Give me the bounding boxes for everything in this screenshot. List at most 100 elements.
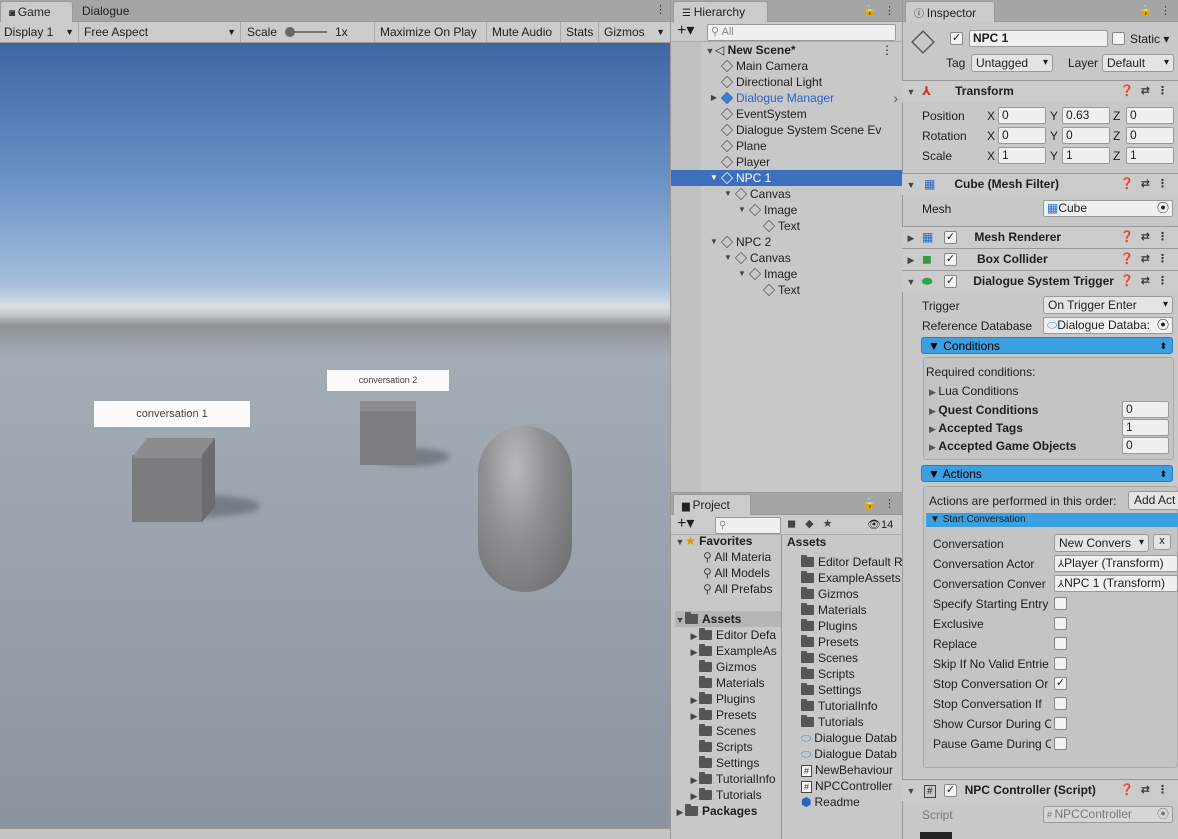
triangle-right-icon[interactable]: ▶: [689, 644, 699, 659]
layer-dropdown[interactable]: Default: [1102, 54, 1174, 72]
asset-folder-tree-item[interactable]: ▶ ExampleAs: [689, 643, 781, 659]
chevron-right-icon[interactable]: ›: [893, 90, 898, 106]
add-icon[interactable]: +▾: [677, 515, 694, 533]
hierarchy-item[interactable]: Dialogue System Scene Ev: [671, 122, 902, 138]
npcc-header[interactable]: ▼ # ✓ NPC Controller (Script) ❓ ⇄ ⋮: [902, 779, 1178, 801]
tab-hierarchy[interactable]: ☰ Hierarchy: [673, 1, 768, 22]
action-option-checkbox[interactable]: [1054, 597, 1067, 610]
rotation-y-field[interactable]: 0: [1062, 127, 1110, 144]
triangle-down-icon[interactable]: ▼: [737, 202, 747, 218]
asset-item[interactable]: ⬭ Dialogue Datab: [801, 746, 903, 762]
name-field[interactable]: NPC 1: [969, 30, 1108, 47]
hierarchy-item[interactable]: ▶ Dialogue Manager ›: [671, 90, 902, 106]
action-option-checkbox[interactable]: [1054, 637, 1067, 650]
tab-dialogue[interactable]: Dialogue: [74, 1, 137, 22]
asset-folder-tree-item[interactable]: Settings: [689, 755, 781, 771]
triangle-down-icon[interactable]: ▼: [737, 266, 747, 282]
scale-y-field[interactable]: 1: [1062, 147, 1110, 164]
add-action-button[interactable]: Add Act: [1128, 491, 1178, 510]
action-option-checkbox[interactable]: [1054, 737, 1067, 750]
gizmos-toggle[interactable]: Gizmos ▼: [600, 22, 670, 42]
lock-menu-icons[interactable]: 🔒 ⋮: [1139, 4, 1173, 17]
add-icon[interactable]: +▾: [677, 22, 694, 40]
conditions-foldout[interactable]: ▼ Conditions ⬍: [921, 337, 1173, 354]
boxcollider-enabled-checkbox[interactable]: ✓: [944, 253, 957, 266]
action-option-checkbox[interactable]: [1054, 657, 1067, 670]
asset-item[interactable]: Materials: [801, 602, 903, 618]
asset-item[interactable]: ⬢ Readme: [801, 794, 903, 810]
mesh-field[interactable]: ▦Cube ⦿: [1043, 200, 1173, 217]
component-menu-icons[interactable]: ❓ ⇄ ⋮: [1120, 174, 1170, 195]
hierarchy-item[interactable]: ▼ Canvas: [671, 186, 902, 202]
asset-folder-tree-item[interactable]: Materials: [689, 675, 781, 691]
hierarchy-item[interactable]: ▼ Canvas: [671, 250, 902, 266]
asset-item[interactable]: # NewBehaviour: [801, 762, 903, 778]
component-menu-icons[interactable]: ❓ ⇄ ⋮: [1120, 780, 1170, 801]
tags-count-field[interactable]: 1: [1122, 419, 1169, 436]
display-dropdown[interactable]: Display 1 ▼: [0, 22, 79, 42]
more-menu-icon[interactable]: ⋮: [655, 3, 666, 16]
asset-folder-tree-item[interactable]: ▶ Presets: [689, 707, 781, 723]
asset-folder-tree-item[interactable]: ▶ Editor Defa: [689, 627, 781, 643]
lock-menu-icons[interactable]: 🔒 ⋮: [863, 4, 897, 17]
accepted-gameobjects[interactable]: ▶ Accepted Game Objects: [929, 438, 1076, 454]
favorite-item[interactable]: ⚲ All Models: [703, 565, 781, 581]
npcc-enabled-checkbox[interactable]: ✓: [944, 784, 957, 797]
hierarchy-item[interactable]: ▼ Image: [671, 266, 902, 282]
rotation-x-field[interactable]: 0: [998, 127, 1046, 144]
scale-slider[interactable]: Scale 1x: [243, 22, 375, 42]
mute-audio-toggle[interactable]: Mute Audio: [488, 22, 561, 42]
triangle-down-icon[interactable]: ▼: [723, 186, 733, 202]
asset-item[interactable]: ⬭ Dialogue Datab: [801, 730, 903, 746]
asset-item[interactable]: TutorialInfo: [801, 698, 903, 714]
conversant-field[interactable]: ⅄NPC 1 (Transform): [1054, 575, 1178, 592]
hierarchy-item[interactable]: ▼ Image: [671, 202, 902, 218]
tab-project[interactable]: ▆ Project: [673, 494, 751, 515]
triangle-right-icon[interactable]: ▶: [709, 90, 719, 106]
dst-header[interactable]: ▼ ⬬ ✓ Dialogue System Trigger ❓ ⇄ ⋮: [902, 270, 1178, 292]
action-option-checkbox[interactable]: ✓: [1054, 677, 1067, 690]
triangle-right-icon[interactable]: ▶: [689, 788, 699, 803]
lua-conditions[interactable]: ▶ Lua Conditions: [929, 383, 1018, 399]
meshrenderer-enabled-checkbox[interactable]: ✓: [944, 231, 957, 244]
asset-item[interactable]: Tutorials: [801, 714, 903, 730]
static-dropdown[interactable]: Static ▾: [1130, 31, 1169, 47]
maximize-toggle[interactable]: Maximize On Play: [376, 22, 487, 42]
triangle-down-icon[interactable]: ▼: [709, 234, 719, 250]
favorites-header[interactable]: ▼★ Favorites: [675, 533, 753, 549]
transform-header[interactable]: ▼ ⅄ Transform ❓ ⇄ ⋮: [902, 80, 1178, 102]
asset-item[interactable]: Plugins: [801, 618, 903, 634]
triangle-right-icon[interactable]: ▶: [689, 628, 699, 643]
triangle-down-icon[interactable]: ▼: [709, 170, 719, 186]
asset-item[interactable]: Presets: [801, 634, 903, 650]
assets-tree-header[interactable]: ▼ Assets: [675, 611, 781, 627]
position-x-field[interactable]: 0: [998, 107, 1046, 124]
tab-game[interactable]: ◙ Game: [0, 1, 73, 22]
tag-dropdown[interactable]: Untagged: [971, 54, 1053, 72]
asset-folder-tree-item[interactable]: Scripts: [689, 739, 781, 755]
hierarchy-item[interactable]: Directional Light: [671, 74, 902, 90]
asset-item[interactable]: Scripts: [801, 666, 903, 682]
hierarchy-item[interactable]: Text: [671, 218, 902, 234]
asset-item[interactable]: ExampleAssets: [801, 570, 903, 586]
slider-thumb[interactable]: [285, 27, 295, 37]
component-menu-icons[interactable]: ❓ ⇄ ⋮: [1120, 227, 1170, 248]
hierarchy-item[interactable]: Main Camera: [671, 58, 902, 74]
game-viewport[interactable]: conversation 1 conversation 2: [0, 43, 670, 828]
filter-icons[interactable]: ◼◆★: [787, 517, 841, 530]
meshfilter-header[interactable]: ▼ ▦ Cube (Mesh Filter) ❓ ⇄ ⋮: [902, 173, 1178, 195]
stats-toggle[interactable]: Stats: [562, 22, 599, 42]
quest-count-field[interactable]: 0: [1122, 401, 1169, 418]
asset-item[interactable]: Gizmos: [801, 586, 903, 602]
action-option-checkbox[interactable]: [1054, 697, 1067, 710]
static-checkbox[interactable]: [1112, 32, 1125, 45]
action-option-checkbox[interactable]: [1054, 617, 1067, 630]
scale-z-field[interactable]: 1: [1126, 147, 1174, 164]
refdb-field[interactable]: ⬭Dialogue Databa: ⦿: [1043, 317, 1173, 334]
meshrenderer-header[interactable]: ▶ ▦ ✓ Mesh Renderer ❓ ⇄ ⋮: [902, 226, 1178, 248]
clear-conversation-button[interactable]: x: [1153, 534, 1171, 550]
asset-item[interactable]: Scenes: [801, 650, 903, 666]
asset-item[interactable]: # NPCController: [801, 778, 903, 794]
asset-folder-tree-item[interactable]: Gizmos: [689, 659, 781, 675]
component-menu-icons[interactable]: ❓ ⇄ ⋮: [1120, 249, 1170, 270]
